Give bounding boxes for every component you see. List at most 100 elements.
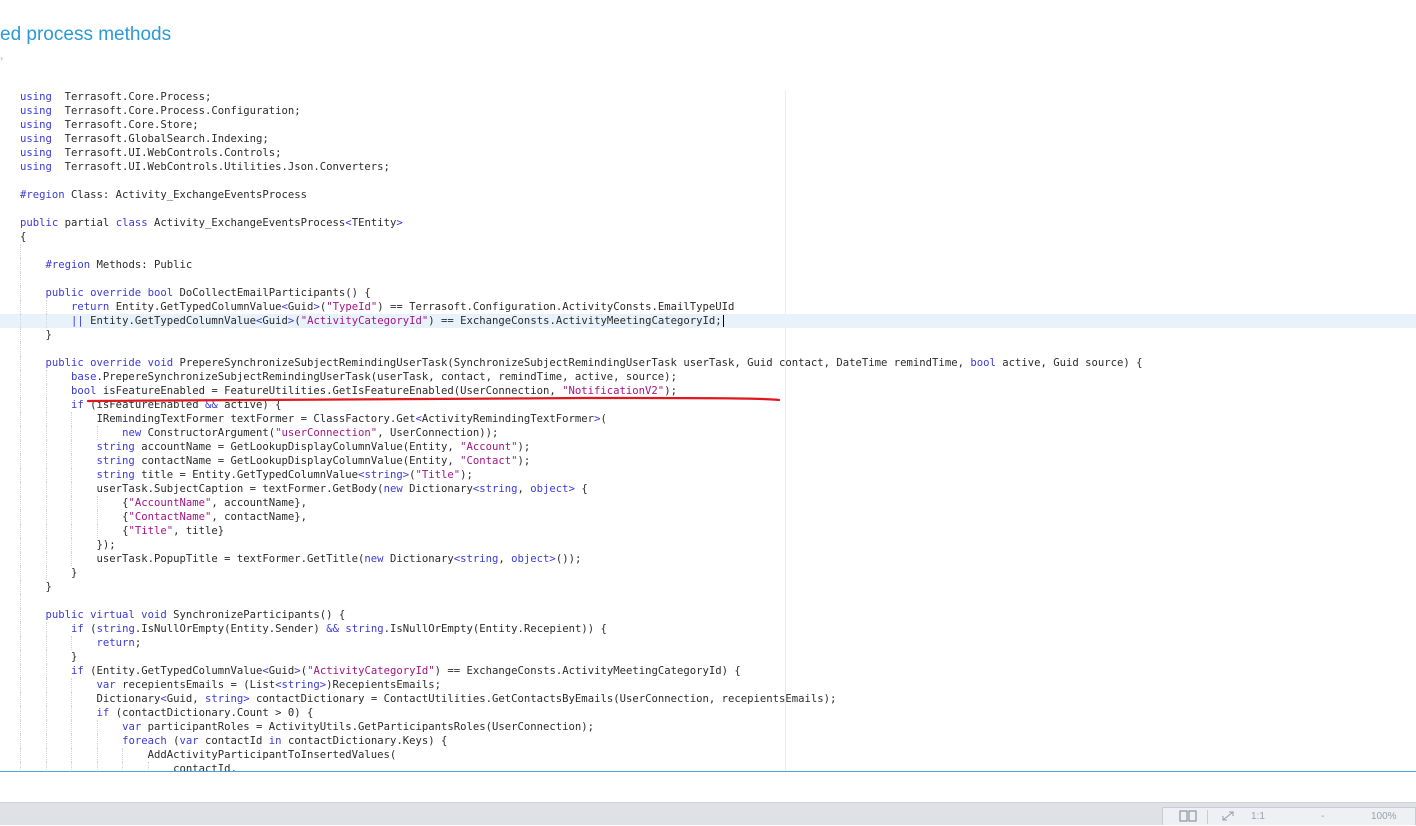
indent-guide [20,412,21,426]
zoom-out-button[interactable]: - [1321,811,1324,822]
indent-guide [20,440,21,454]
code-line[interactable] [0,272,1416,286]
code-line[interactable]: bool isFeatureEnabled = FeatureUtilities… [0,384,1416,398]
code-line[interactable]: var participantRoles = ActivityUtils.Get… [0,720,1416,734]
code-line[interactable]: userTask.PopupTitle = textFormer.GetTitl… [0,552,1416,566]
book-icon[interactable] [1179,809,1197,826]
indent-guide [20,426,21,440]
code-editor[interactable]: using Terrasoft.Core.Process; using Terra… [0,90,1416,772]
code-line[interactable]: using Terrasoft.Core.Process; [0,90,1416,104]
code-line[interactable] [0,174,1416,188]
code-line[interactable]: } [0,650,1416,664]
code-line[interactable]: { [0,230,1416,244]
code-line[interactable]: using Terrasoft.UI.WebControls.Utilities… [0,160,1416,174]
code-line[interactable]: public virtual void SynchronizeParticipa… [0,608,1416,622]
code-text: Guid [262,315,288,327]
code-line[interactable]: if (string.IsNullOrEmpty(Entity.Sender) … [0,622,1416,636]
code-line[interactable]: using Terrasoft.GlobalSearch.Indexing; [0,132,1416,146]
code-line[interactable]: AddActivityParticipantToInsertedValues( [0,748,1416,762]
indent-guide [20,636,21,650]
code-line[interactable]: } [0,328,1416,342]
code-line[interactable]: public override void PrepereSynchronizeS… [0,356,1416,370]
code-text: Dictionary [383,553,454,565]
code-text: Dictionary [96,693,161,705]
code-line[interactable]: using Terrasoft.UI.WebControls.Controls; [0,146,1416,160]
indent-guide [96,748,98,762]
code-line[interactable] [0,244,1416,258]
code-line[interactable]: var recepientsEmails = (List<string>)Rec… [0,678,1416,692]
code-line[interactable]: public override bool DoCollectEmailParti… [0,286,1416,300]
code-line[interactable]: Dictionary<Guid, string> contactDictiona… [0,692,1416,706]
code-text: (isFeatureEnabled [83,399,205,411]
code-line[interactable]: string contactName = GetLookupDisplayCol… [0,454,1416,468]
code-keyword: var [96,679,116,691]
code-text: contactId [198,735,269,747]
code-text: ()); [555,553,582,565]
code-text: , [498,553,512,565]
indent-guide [20,300,21,314]
indent-guide [96,426,98,440]
code-line[interactable]: using Terrasoft.Core.Store; [0,118,1416,132]
code-text: contactDictionary = ContactUtilities.Get… [249,693,837,705]
expand-icon[interactable] [1221,810,1235,825]
code-line[interactable]: }); [0,538,1416,552]
code-keyword: string [345,623,384,635]
code-line[interactable]: {"AccountName", accountName}, [0,496,1416,510]
code-line[interactable]: public partial class Activity_ExchangeEv… [0,216,1416,230]
code-line[interactable]: } [0,566,1416,580]
code-line[interactable]: using Terrasoft.Core.Process.Configurati… [0,104,1416,118]
code-line[interactable]: foreach (var contactId in contactDiction… [0,734,1416,748]
zoom-ratio-button[interactable]: 1:1 [1251,811,1265,822]
code-text: , UserConnection)); [377,427,499,439]
code-line[interactable]: if (isFeatureEnabled && active) { [0,398,1416,412]
code-keyword: using [20,91,52,103]
code-line[interactable]: userTask.SubjectCaption = textFormer.Get… [0,482,1416,496]
footer-gap [0,772,1416,802]
code-text: , contactName}, [211,511,308,523]
code-line[interactable]: #region Class: Activity_ExchangeEventsPr… [0,188,1416,202]
indent-guide [45,636,47,650]
indent-guide [20,524,21,538]
indent-guide [45,440,47,454]
code-lines[interactable]: using Terrasoft.Core.Process; using Terra… [0,90,1416,772]
code-keyword: && [326,623,339,635]
indent-guide [20,454,21,468]
indent-guide [20,566,21,580]
code-line[interactable]: base.PrepereSynchronizeSubjectRemindingU… [0,370,1416,384]
code-line[interactable]: string title = Entity.GetTypedColumnValu… [0,468,1416,482]
code-string: "Title" [415,469,461,481]
indent-guide [45,510,47,524]
code-line[interactable]: return Entity.GetTypedColumnValue<Guid>(… [0,300,1416,314]
code-line[interactable]: {"Title", title} [0,524,1416,538]
code-line[interactable]: IRemindingTextFormer textFormer = ClassF… [0,412,1416,426]
indent-guide [20,538,21,552]
code-keyword: using [20,105,52,117]
indent-guide [20,678,21,692]
indent-guide [20,510,21,524]
code-line[interactable] [0,594,1416,608]
code-text: , accountName}, [211,497,308,509]
indent-guide [96,720,98,734]
indent-guide [20,608,21,622]
code-keyword: && [204,399,218,411]
code-line[interactable]: string accountName = GetLookupDisplayCol… [0,440,1416,454]
code-line[interactable]: || Entity.GetTypedColumnValue<Guid>("Act… [0,314,1416,328]
code-text: ); [460,469,473,481]
indent-guide [45,314,47,328]
code-line[interactable] [0,202,1416,216]
code-line[interactable]: if (contactDictionary.Count > 0) { [0,706,1416,720]
code-text: Guid [287,301,314,313]
code-line[interactable]: new ConstructorArgument("userConnection"… [0,426,1416,440]
code-line[interactable]: return; [0,636,1416,650]
code-line[interactable]: {"ContactName", contactName}, [0,510,1416,524]
code-line[interactable]: #region Methods: Public [0,258,1416,272]
zoom-level[interactable]: 100% [1371,811,1397,822]
code-line[interactable]: if (Entity.GetTypedColumnValue<Guid>("Ac… [0,664,1416,678]
code-text: partial [58,217,116,229]
code-line[interactable] [0,342,1416,356]
code-line[interactable]: } [0,580,1416,594]
code-keyword: return [96,637,135,649]
code-text: ConstructorArgument( [141,427,276,439]
code-keyword: using [20,119,52,131]
code-string: "userConnection" [275,427,378,439]
